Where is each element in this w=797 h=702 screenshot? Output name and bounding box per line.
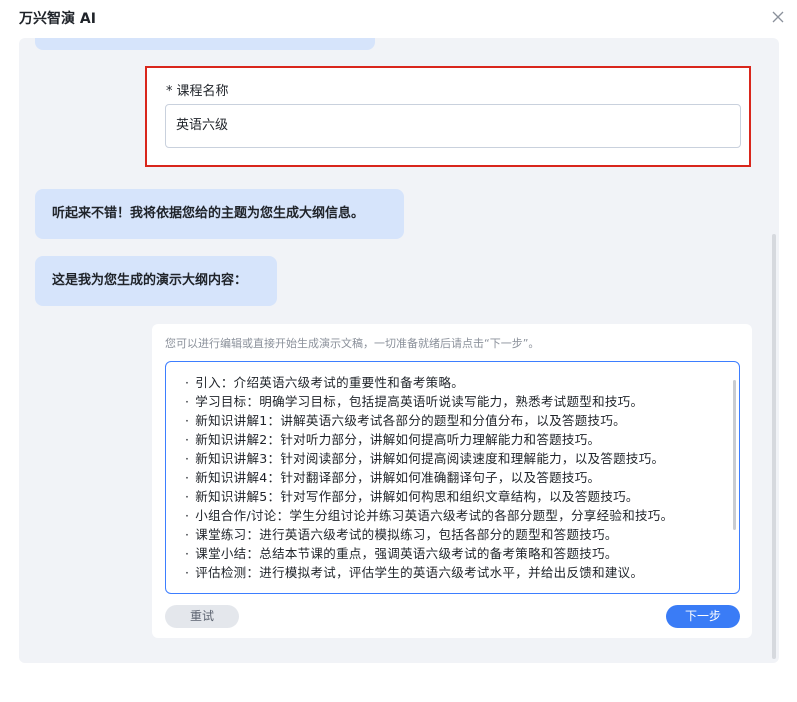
outline-hint: 您可以进行编辑或直接开始生成演示文稿，一切准备就绪后请点击“下一步”。 xyxy=(165,337,540,350)
outline-item: 新知识讲解2：针对听力部分，讲解如何提高听力理解能力和答题技巧。 xyxy=(185,430,673,449)
outline-item: 小组合作/讨论：学生分组讨论并练习英语六级考试的各部分题型，分享经验和技巧。 xyxy=(185,506,673,525)
next-button[interactable]: 下一步 xyxy=(666,605,740,628)
course-name-label-text: 课程名称 xyxy=(176,84,229,99)
course-name-label: * 课程名称 xyxy=(166,80,229,99)
outline-item: 新知识讲解1：讲解英语六级考试各部分的题型和分值分布，以及答题技巧。 xyxy=(185,411,673,430)
outline-item: 课堂小结：总结本节课的重点，强调英语六级考试的备考策略和答题技巧。 xyxy=(185,544,673,563)
outline-item: 新知识讲解3：针对阅读部分，讲解如何提高阅读速度和理解能力，以及答题技巧。 xyxy=(185,449,673,468)
required-mark: * xyxy=(166,84,173,99)
close-icon[interactable] xyxy=(770,9,786,25)
outline-item: 学习目标：明确学习目标，包括提高英语听说读写能力，熟悉考试题型和技巧。 xyxy=(185,392,673,411)
outline-item: 课堂练习：进行英语六级考试的模拟练习，包括各部分的题型和答题技巧。 xyxy=(185,525,673,544)
window-title: 万兴智演 AI xyxy=(19,11,96,27)
previous-message-bubble xyxy=(35,38,375,50)
chat-panel[interactable]: * 课程名称 英语六级 听起来不错！我将依据您给的主题为您生成大纲信息。 这是我为… xyxy=(19,38,779,663)
panel-scrollbar[interactable] xyxy=(772,234,776,659)
outline-card: 您可以进行编辑或直接开始生成演示文稿，一切准备就绪后请点击“下一步”。 引入：介… xyxy=(152,324,752,638)
outline-item: 评估检测：进行模拟考试，评估学生的英语六级考试水平，并给出反馈和建议。 xyxy=(185,563,673,582)
outline-item: 引入：介绍英语六级考试的重要性和备考策略。 xyxy=(185,373,673,392)
assistant-message: 听起来不错！我将依据您给的主题为您生成大纲信息。 xyxy=(35,189,404,239)
outline-list: 引入：介绍英语六级考试的重要性和备考策略。 学习目标：明确学习目标，包括提高英语… xyxy=(185,373,673,582)
outline-editor[interactable]: 引入：介绍英语六级考试的重要性和备考策略。 学习目标：明确学习目标，包括提高英语… xyxy=(165,361,740,594)
retry-button[interactable]: 重试 xyxy=(165,605,239,628)
title-bar: 万兴智演 AI xyxy=(0,0,797,36)
outline-scrollbar[interactable] xyxy=(733,380,736,530)
outline-item: 新知识讲解4：针对翻译部分，讲解如何准确翻译句子，以及答题技巧。 xyxy=(185,468,673,487)
assistant-message: 这是我为您生成的演示大纲内容： xyxy=(35,256,277,306)
course-name-input[interactable]: 英语六级 xyxy=(165,104,741,148)
outline-item: 新知识讲解5：针对写作部分，讲解如何构思和组织文章结构，以及答题技巧。 xyxy=(185,487,673,506)
course-name-form: * 课程名称 英语六级 xyxy=(145,66,751,167)
